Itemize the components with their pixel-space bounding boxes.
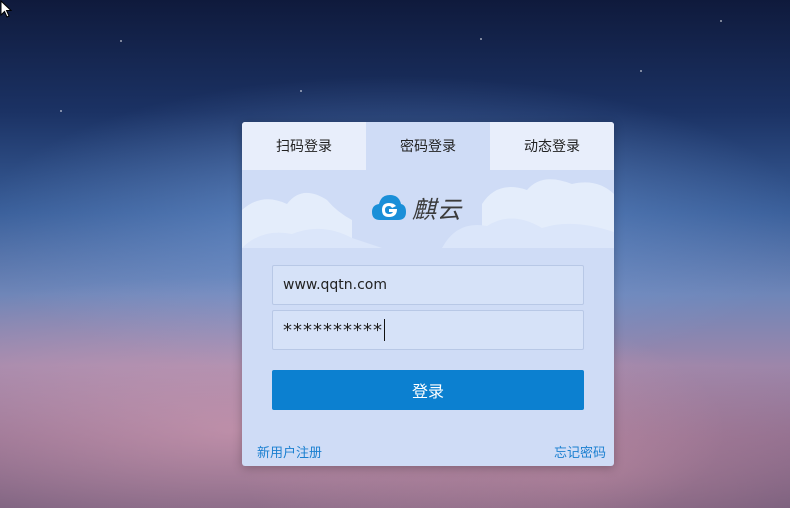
tab-dynamic-login[interactable]: 动态登录 [490, 122, 614, 170]
password-value: ********** [283, 319, 383, 341]
forgot-password-link[interactable]: 忘记密码 [554, 442, 606, 461]
username-value: www.qqtn.com [283, 277, 388, 293]
username-input[interactable]: www.qqtn.com [272, 265, 584, 305]
login-button[interactable]: 登录 [272, 370, 584, 410]
register-link[interactable]: 新用户注册 [257, 442, 322, 461]
tab-qr-login[interactable]: 扫码登录 [242, 122, 366, 170]
mouse-cursor-icon [0, 0, 12, 18]
password-input[interactable]: ********** [272, 310, 584, 350]
brand-logo: 麒云 [370, 190, 462, 225]
login-tabs: 扫码登录 密码登录 动态登录 [242, 122, 614, 170]
logo-header: 麒云 [242, 170, 614, 248]
brand-name: 麒云 [412, 196, 462, 224]
cloud-logo-icon [372, 194, 406, 220]
tab-password-login[interactable]: 密码登录 [366, 122, 490, 170]
text-caret [384, 319, 385, 341]
login-panel: 扫码登录 密码登录 动态登录 麒云 www.qqtn.com *********… [242, 122, 614, 466]
